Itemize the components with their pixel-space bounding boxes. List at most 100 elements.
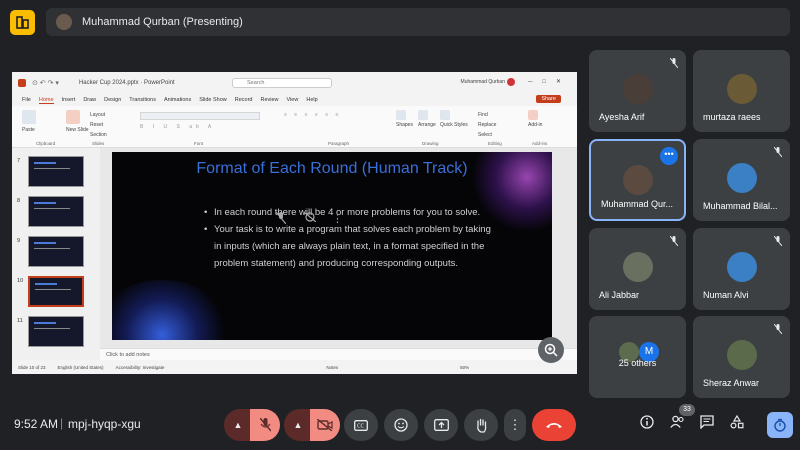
zoom-level[interactable]: 50%: [460, 365, 469, 370]
find-button[interactable]: Find: [478, 110, 496, 120]
notes-field[interactable]: Click to add notes: [100, 348, 577, 360]
thumb-number: 9: [17, 238, 21, 244]
presenter-bar[interactable]: Muhammad Qurban (Presenting): [46, 8, 790, 36]
others-tile[interactable]: M 25 others: [589, 316, 686, 398]
mic-off-icon[interactable]: [275, 211, 287, 227]
paragraph-controls[interactable]: ≡ ≡ ≡ ≡ ≡ ≡: [284, 112, 394, 132]
participant-tile[interactable]: Sheraz Anwar: [693, 316, 790, 398]
ribbon-tab-review[interactable]: Review: [260, 97, 278, 103]
camera-off-icon[interactable]: [303, 211, 317, 225]
ribbon-tabs: File Home Insert Draw Design Transitions Anima…: [12, 94, 577, 106]
participant-name: Muhammad Qur...: [601, 199, 674, 209]
shared-screen: ⊙ ↶ ↷ ▾ Hacker Cup 2024.pptx · PowerPoin…: [12, 72, 577, 374]
audio-options-chevron-icon[interactable]: ▲: [224, 409, 252, 441]
accessibility-status[interactable]: Accessibility: Investigate: [116, 365, 165, 370]
search-input[interactable]: Search: [232, 78, 332, 88]
font-format-row[interactable]: B I U S ab A: [140, 124, 280, 132]
slide-editor: Format of Each Round (Human Track) In ea…: [100, 148, 577, 360]
slide-glow: [112, 280, 232, 340]
svg-text:CC: CC: [357, 423, 364, 429]
slide-bullets: In each round there will be 4 or more pr…: [204, 204, 494, 272]
user-avatar[interactable]: [507, 78, 515, 86]
mic-off-icon[interactable]: [250, 409, 280, 441]
info-icon[interactable]: [640, 415, 654, 432]
notes-toggle[interactable]: Notes: [326, 365, 338, 370]
activities-icon[interactable]: [730, 414, 744, 432]
section-button[interactable]: Section: [90, 130, 107, 140]
ribbon-tab-view[interactable]: View: [287, 97, 299, 103]
share-button[interactable]: Share: [536, 95, 561, 103]
hangup-icon[interactable]: [532, 409, 576, 441]
select-button[interactable]: Select: [478, 130, 496, 140]
slide-thumbnail[interactable]: [28, 236, 84, 267]
participant-tile-active[interactable]: ••• Muhammad Qur...: [589, 139, 686, 221]
meeting-code[interactable]: mpj-hyqp-xgu: [68, 417, 141, 431]
powerpoint-logo-icon: [18, 79, 26, 87]
avatar: [622, 252, 653, 282]
font-name-box[interactable]: [140, 112, 260, 120]
present-icon[interactable]: [424, 409, 458, 441]
layout-button[interactable]: Layout: [90, 110, 107, 120]
ribbon-tab-slide-show[interactable]: Slide Show: [199, 97, 227, 103]
emoji-icon[interactable]: [384, 409, 418, 441]
quick-access-icons[interactable]: ⊙ ↶ ↷ ▾: [32, 79, 59, 87]
participant-name: Sheraz Anwar: [703, 378, 760, 388]
ribbon-tab-file[interactable]: File: [22, 97, 31, 103]
slide-thumbnail[interactable]: [28, 316, 84, 347]
avatar: [622, 165, 653, 195]
thumb-number: 7: [17, 158, 21, 164]
meet-logo-icon[interactable]: [10, 10, 35, 35]
chat-icon[interactable]: [700, 415, 714, 432]
window-controls[interactable]: ─□✕: [528, 78, 571, 85]
zoom-in-icon[interactable]: [538, 337, 564, 363]
slide-count: Slide 10 of 23: [18, 364, 46, 370]
avatar: [726, 252, 757, 282]
quick-styles-button[interactable]: Quick Styles: [440, 110, 468, 128]
slide-thumbnail-selected[interactable]: [28, 276, 84, 307]
video-options-chevron-icon[interactable]: ▲: [284, 409, 312, 441]
group-clipboard: Clipboard: [36, 141, 56, 146]
current-slide[interactable]: Format of Each Round (Human Track) In ea…: [112, 152, 552, 340]
participant-tile[interactable]: Ayesha Arif: [589, 50, 686, 132]
ribbon-tab-transitions[interactable]: Transitions: [129, 97, 156, 103]
avatar: [726, 163, 757, 193]
timer-icon[interactable]: [767, 412, 793, 438]
slide-thumbnails: 7 8 9 10 11: [12, 148, 100, 360]
participant-tile[interactable]: Numan Alvi: [693, 228, 790, 310]
shapes-button[interactable]: Shapes: [396, 110, 413, 128]
participant-tile[interactable]: murtaza raees: [693, 50, 790, 132]
captions-icon[interactable]: CC: [344, 409, 378, 441]
ribbon-tab-draw[interactable]: Draw: [83, 97, 96, 103]
more-options-icon[interactable]: •••: [660, 147, 678, 165]
replace-button[interactable]: Replace: [478, 120, 496, 130]
status-bar: Slide 10 of 23 English (United States) A…: [12, 360, 577, 374]
mic-off-icon: [773, 146, 783, 159]
camera-off-icon[interactable]: [310, 409, 340, 441]
ribbon-tab-insert[interactable]: Insert: [62, 97, 76, 103]
new-slide-button[interactable]: New Slide: [66, 110, 89, 133]
add-in-button[interactable]: Add-in: [528, 110, 542, 128]
more-options-icon[interactable]: ⋮: [332, 212, 343, 225]
slide-thumbnail[interactable]: [28, 156, 84, 187]
participant-name: Ali Jabbar: [599, 290, 640, 300]
slide-thumbnail[interactable]: [28, 196, 84, 227]
mic-off-icon: [773, 235, 783, 248]
participant-tile[interactable]: Ali Jabbar: [589, 228, 686, 310]
ribbon-tab-record[interactable]: Record: [235, 97, 253, 103]
group-paragraph: Paragraph: [328, 141, 350, 146]
ribbon-tab-home[interactable]: Home: [38, 97, 54, 104]
ribbon-tab-help[interactable]: Help: [306, 97, 317, 103]
ribbon-tab-design[interactable]: Design: [104, 97, 121, 103]
mic-off-icon: [773, 323, 783, 336]
participant-name: Ayesha Arif: [599, 112, 645, 122]
ribbon-tab-animations[interactable]: Animations: [164, 97, 191, 103]
participant-name: murtaza raees: [703, 112, 761, 122]
arrange-button[interactable]: Arrange: [418, 110, 436, 128]
user-name: Muhammad Qurban: [460, 79, 505, 85]
more-options-icon[interactable]: ⋮: [504, 409, 526, 441]
people-icon[interactable]: [670, 415, 685, 432]
paste-button[interactable]: Paste: [22, 110, 36, 133]
reset-button[interactable]: Reset: [90, 120, 107, 130]
participant-tile[interactable]: Muhammad Bilal...: [693, 139, 790, 221]
raise-hand-icon[interactable]: [464, 409, 498, 441]
